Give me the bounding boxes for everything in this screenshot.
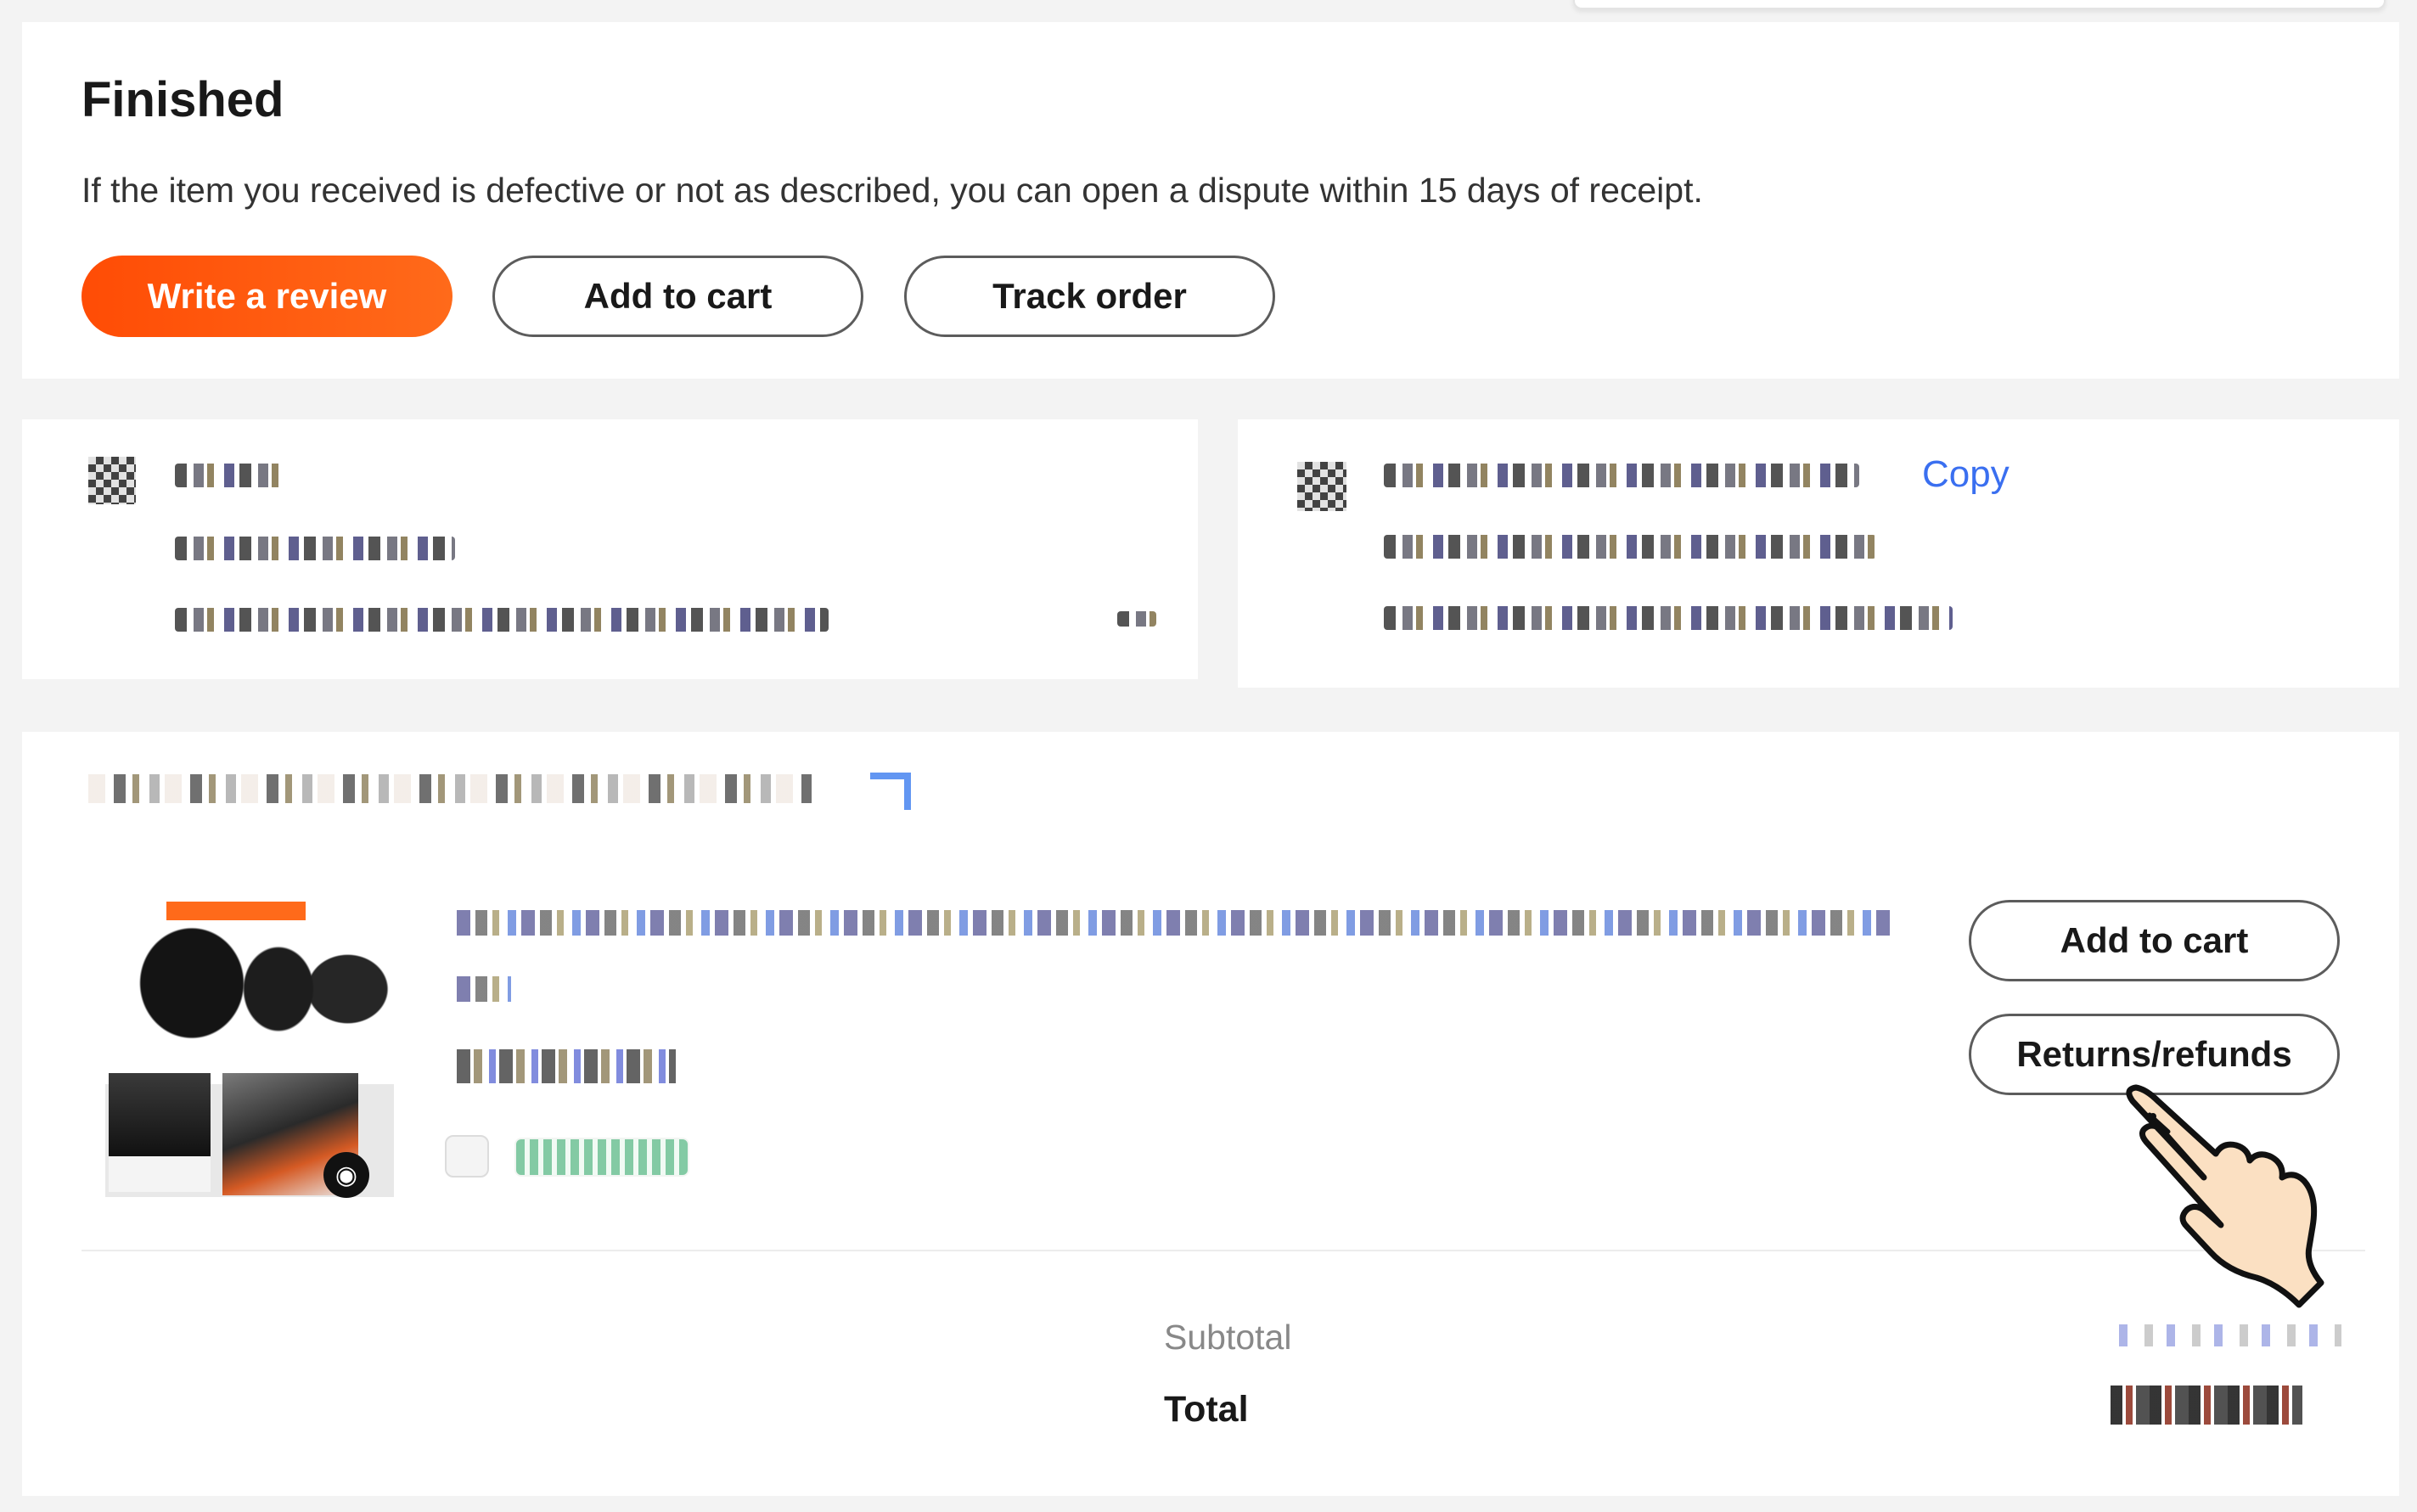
product-price <box>457 1049 676 1083</box>
product-image-badge <box>166 902 306 920</box>
product-title[interactable] <box>457 910 1891 936</box>
subtotal-value <box>2119 1324 2341 1346</box>
payment-info <box>1384 606 1953 630</box>
item-add-to-cart-button[interactable]: Add to cart <box>1969 900 2340 981</box>
divider <box>82 1250 2365 1251</box>
total-value <box>2111 1386 2302 1425</box>
order-item-card: ◉ Add to cart Returns/refunds Subtotal T… <box>22 732 2399 1496</box>
add-to-cart-button[interactable]: Add to cart <box>492 256 863 337</box>
subtotal-label: Subtotal <box>1164 1318 1292 1357</box>
track-order-button[interactable]: Track order <box>904 256 1275 337</box>
order-details-page: Finished If the item you received is def… <box>0 0 2417 1512</box>
copy-order-number-link[interactable]: Copy <box>1922 453 2009 496</box>
write-review-button[interactable]: Write a review <box>82 256 452 337</box>
quantity-badge <box>445 1135 489 1178</box>
total-label: Total <box>1164 1389 1249 1430</box>
product-title-continued <box>457 976 511 1002</box>
location-icon <box>88 457 136 504</box>
address-expand-icon[interactable] <box>1117 611 1156 627</box>
order-info-card: Copy <box>1238 419 2399 688</box>
store-name[interactable] <box>88 774 812 803</box>
order-icon <box>1297 462 1346 511</box>
dropdown-popup-edge <box>1573 0 2386 9</box>
order-number <box>1384 464 1859 487</box>
recipient-phone <box>175 537 455 560</box>
camera-icon[interactable]: ◉ <box>323 1152 369 1198</box>
order-status-title: Finished <box>82 72 284 127</box>
product-image-detail-a <box>109 1073 211 1192</box>
free-return-badge <box>514 1138 689 1177</box>
shipping-address-card <box>22 419 1198 679</box>
pointing-hand-cursor-icon <box>2126 1084 2324 1308</box>
order-placed-date <box>1384 535 1876 559</box>
recipient-name <box>175 464 285 487</box>
recipient-address <box>175 608 829 632</box>
dispute-notice: If the item you received is defective or… <box>82 171 1703 210</box>
order-status-card: Finished If the item you received is def… <box>22 22 2399 379</box>
store-arrow-icon[interactable] <box>870 773 911 810</box>
